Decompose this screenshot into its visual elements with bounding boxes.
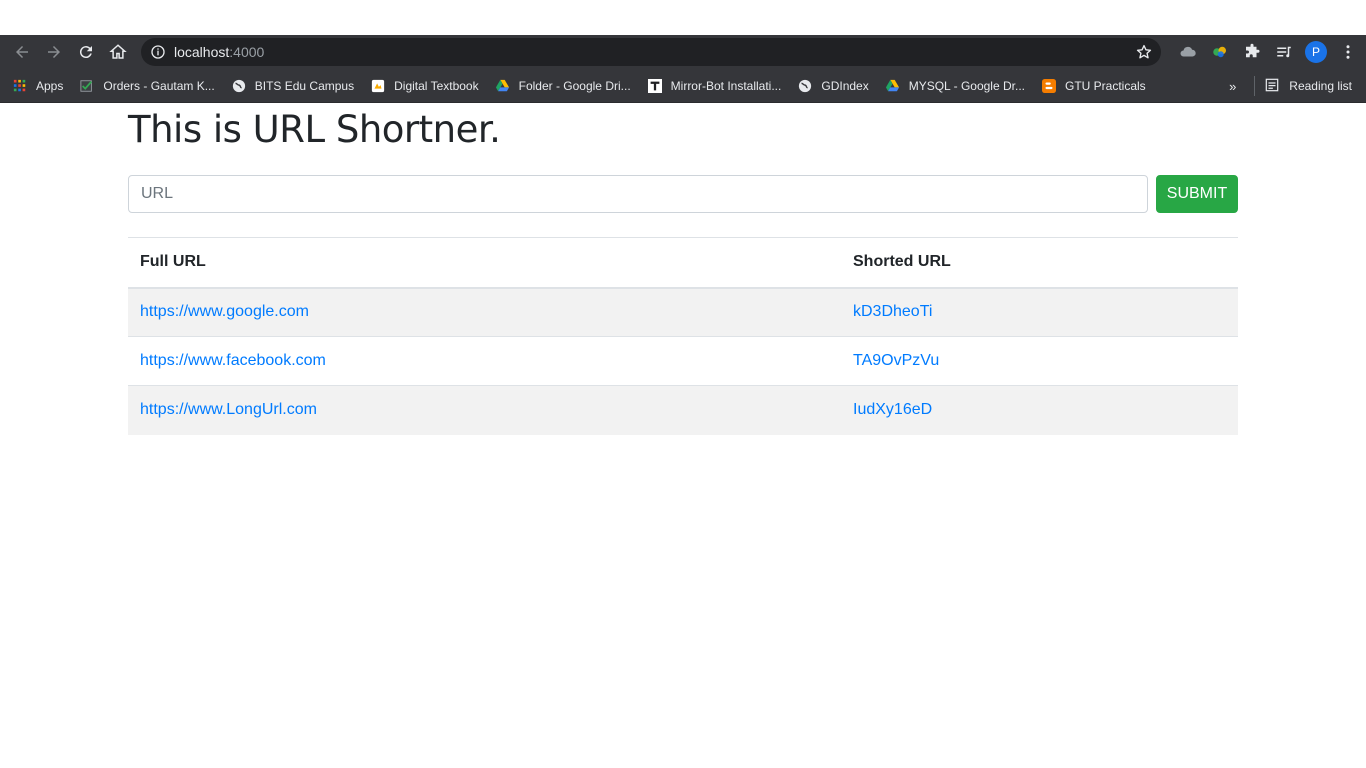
back-button[interactable] <box>6 36 38 68</box>
home-button[interactable] <box>102 36 134 68</box>
short-url-link[interactable]: kD3DheoTi <box>853 303 932 320</box>
profile-button[interactable]: P <box>1300 36 1332 68</box>
bookmarks-bar-right: » Reading list <box>1229 69 1352 103</box>
checkmark-icon <box>79 78 95 94</box>
reload-icon <box>79 46 92 59</box>
globe-icon <box>797 78 813 94</box>
bookmark-label: GDIndex <box>821 78 869 93</box>
media-queue-icon[interactable] <box>1268 36 1300 68</box>
full-url-cell: https://www.google.com <box>128 287 841 337</box>
bookmark-star-icon[interactable] <box>1135 43 1153 61</box>
full-url-link[interactable]: https://www.LongUrl.com <box>140 401 317 418</box>
google-drive-icon <box>495 78 511 94</box>
extension-icons: P <box>1172 35 1364 69</box>
table-header-row: Full URL Shorted URL <box>128 237 1238 289</box>
bookmarks-bar: Apps Orders - Gautam K... BITS Edu Campu… <box>0 69 1366 103</box>
short-url-link[interactable]: IudXy16eD <box>853 401 932 418</box>
page-title: This is URL Shortner. <box>128 108 501 151</box>
bookmark-mysql-drive[interactable]: MYSQL - Google Dr... <box>885 78 1025 94</box>
address-host: localhost <box>174 44 230 60</box>
bookmark-bits-edu[interactable]: BITS Edu Campus <box>231 78 354 94</box>
bookmark-gdindex[interactable]: GDIndex <box>797 78 869 94</box>
url-input[interactable] <box>128 175 1148 213</box>
bookmark-label: Orders - Gautam K... <box>103 78 215 93</box>
browser-toolbar: localhost:4000 P <box>0 35 1366 69</box>
full-url-cell: https://www.LongUrl.com <box>128 385 841 435</box>
full-url-cell: https://www.facebook.com <box>128 336 841 386</box>
bookmark-label: Mirror-Bot Installati... <box>670 78 782 93</box>
window-top-strip <box>0 0 1366 35</box>
colorful-extension-icon[interactable] <box>1204 36 1236 68</box>
avatar: P <box>1305 41 1327 63</box>
address-bar[interactable]: localhost:4000 <box>141 38 1161 66</box>
home-icon <box>109 44 127 59</box>
bookmark-apps[interactable]: Apps <box>12 78 63 94</box>
forward-arrow-icon <box>48 46 60 58</box>
site-info-icon[interactable] <box>150 44 166 60</box>
table-row: https://www.facebook.com TA9OvPzVu <box>128 336 1238 386</box>
bookmark-digital-textbook[interactable]: Digital Textbook <box>370 78 479 94</box>
reload-button[interactable] <box>70 36 102 68</box>
full-url-link[interactable]: https://www.facebook.com <box>140 352 326 369</box>
short-url-link[interactable]: TA9OvPzVu <box>853 352 939 369</box>
bookmark-label: Digital Textbook <box>394 78 479 93</box>
reading-list-icon <box>1265 78 1281 94</box>
bookmark-label: MYSQL - Google Dr... <box>908 78 1025 93</box>
column-header-full-url: Full URL <box>128 237 841 289</box>
bookmark-label: Folder - Google Dri... <box>518 78 631 93</box>
full-url-link[interactable]: https://www.google.com <box>140 303 309 320</box>
forward-button[interactable] <box>38 36 70 68</box>
bookmarks-overflow-chevron-icon[interactable]: » <box>1229 79 1236 94</box>
apps-grid-icon <box>12 78 28 94</box>
t-letter-icon <box>647 78 663 94</box>
page-content: This is URL Shortner. SUBMIT Full URL Sh… <box>128 103 1238 435</box>
bookmark-label: BITS Edu Campus <box>254 78 355 93</box>
bookmark-folder-drive[interactable]: Folder - Google Dri... <box>495 78 631 94</box>
short-url-cell: TA9OvPzVu <box>841 336 1238 386</box>
bookmarks-divider <box>1254 76 1256 96</box>
textbook-icon <box>370 78 386 94</box>
submit-button[interactable]: SUBMIT <box>1156 175 1238 213</box>
bookmark-mirror-bot[interactable]: Mirror-Bot Installati... <box>647 78 782 94</box>
browser-menu-icon[interactable] <box>1332 36 1364 68</box>
cloud-extension-icon[interactable] <box>1172 36 1204 68</box>
bookmark-label: GTU Practicals <box>1064 78 1146 93</box>
bookmark-gtu-practicals[interactable]: GTU Practicals <box>1041 78 1146 94</box>
blogger-icon <box>1041 78 1057 94</box>
reading-list-button[interactable]: Reading list <box>1289 79 1352 93</box>
table-row: https://www.LongUrl.com IudXy16eD <box>128 385 1238 435</box>
shorten-form: SUBMIT <box>128 175 1238 213</box>
bookmark-orders[interactable]: Orders - Gautam K... <box>79 78 215 94</box>
extensions-puzzle-icon[interactable] <box>1236 36 1268 68</box>
back-arrow-icon <box>16 46 28 58</box>
bookmark-label: Apps <box>36 78 64 93</box>
column-header-shorted-url: Shorted URL <box>841 237 1238 289</box>
short-url-cell: kD3DheoTi <box>841 287 1238 337</box>
short-url-cell: IudXy16eD <box>841 385 1238 435</box>
address-port: :4000 <box>229 44 265 60</box>
urls-table: Full URL Shorted URL https://www.google.… <box>128 237 1238 435</box>
google-drive-icon <box>885 78 901 94</box>
table-row: https://www.google.com kD3DheoTi <box>128 287 1238 337</box>
globe-icon <box>231 78 247 94</box>
